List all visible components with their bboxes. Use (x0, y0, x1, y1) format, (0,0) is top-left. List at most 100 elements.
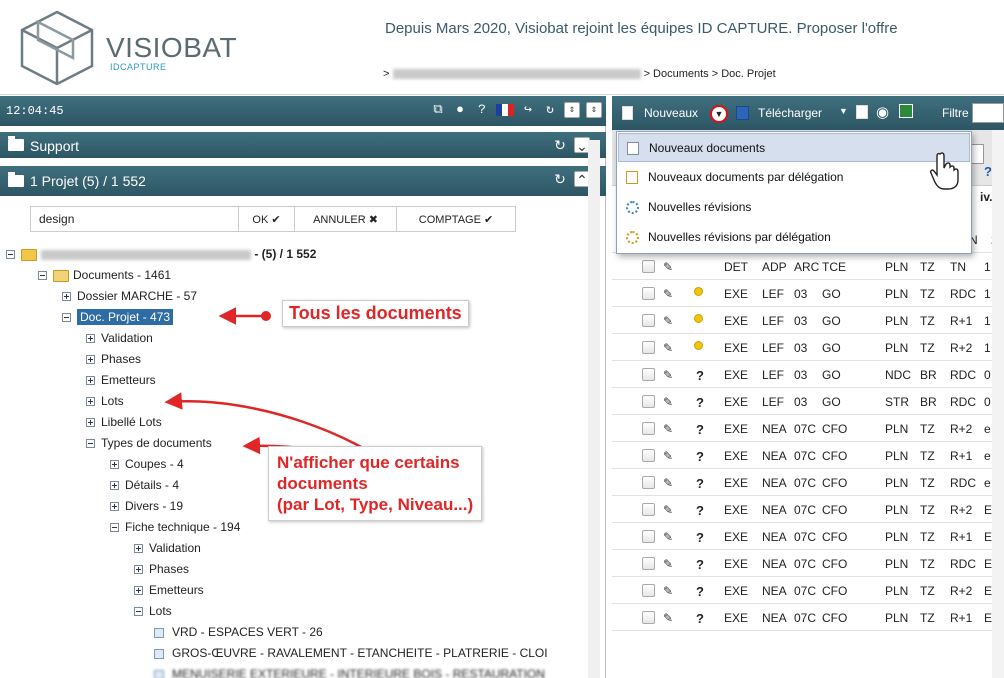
help-icon[interactable]: ? (474, 102, 490, 118)
edit-pen-icon[interactable]: ✎ (663, 395, 673, 409)
visiobat-logo[interactable]: VISIOBAT IDCAPTURE (14, 8, 274, 88)
collapse-icon[interactable] (6, 250, 15, 260)
tree-fiche-technique[interactable]: Fiche technique - 194 (110, 517, 240, 538)
menu-item-new-revisions[interactable]: Nouvelles révisions (618, 193, 970, 222)
left-scrollbar[interactable] (588, 140, 600, 678)
new-doc-icon[interactable] (622, 105, 633, 120)
edit-pen-icon[interactable]: ✎ (663, 530, 673, 544)
download-button-label[interactable]: Télécharger (758, 106, 822, 120)
breadcrumb-path[interactable]: > Documents > Doc. Projet (644, 68, 776, 80)
project-bar[interactable]: 1 Projet (5) / 1 552 ↻ ⌃ (0, 166, 606, 196)
expand-icon[interactable] (110, 481, 119, 491)
ok-button[interactable]: OK ✔ (238, 207, 294, 231)
row-checkbox[interactable] (642, 395, 655, 408)
tree-coupes[interactable]: Coupes - 4 (110, 454, 184, 475)
tree-divers[interactable]: Divers - 19 (110, 496, 183, 517)
edit-pen-icon[interactable]: ✎ (663, 341, 673, 355)
edit-pen-icon[interactable]: ✎ (663, 503, 673, 517)
menu-item-new-revisions-delegation[interactable]: Nouvelles révisions par délégation (618, 223, 970, 252)
edit-pen-icon[interactable]: ✎ (663, 584, 673, 598)
edit-pen-icon[interactable]: ✎ (663, 287, 673, 301)
table-row[interactable]: ✎? EXE NEA 07C CFO PLN TZ R+1 E (612, 523, 1004, 550)
tree-sub-lots[interactable]: Lots (134, 601, 172, 622)
table-row[interactable]: ✎? EXE LEF 03 GO STR BR RDC 0 (612, 388, 1004, 415)
table-row[interactable]: ✎? EXE NEA 07C CFO PLN TZ R+1 e (612, 442, 1004, 469)
table-row[interactable]: ✎? EXE LEF 03 GO NDC BR RDC 0 (612, 361, 1004, 388)
row-checkbox[interactable] (642, 476, 655, 489)
tree-lot-gros-oeuvre[interactable]: GROS-ŒUVRE - RAVALEMENT - ETANCHEITE - P… (154, 643, 548, 664)
tree-lot-menuiserie[interactable]: MENUISERIE EXTERIEURE - INTERIEURE BOIS … (154, 664, 545, 678)
table-row[interactable]: ✎? EXE NEA 07C CFO PLN TZ R+2 E (612, 496, 1004, 523)
collapse-icon[interactable] (110, 523, 119, 533)
table-row[interactable]: ✎ EXE LEF 03 GO PLN TZ RDC 1 (612, 280, 1004, 307)
edit-pen-icon[interactable]: ✎ (663, 260, 673, 274)
menu-item-new-documents[interactable]: Nouveaux documents (618, 133, 970, 162)
download-chevron-down-icon[interactable]: ▼ (839, 106, 848, 116)
new-button-label[interactable]: Nouveaux (644, 106, 698, 120)
edit-pen-icon[interactable]: ✎ (663, 314, 673, 328)
edit-pen-icon[interactable]: ✎ (663, 449, 673, 463)
table-row[interactable]: ✎ EXE LEF 03 GO PLN TZ R+1 1 (612, 307, 1004, 334)
tree-details[interactable]: Détails - 4 (110, 475, 179, 496)
expand-all-icon[interactable]: ⇕ (586, 102, 602, 118)
expand-icon[interactable] (134, 565, 143, 575)
tree-lot-vrd[interactable]: VRD - ESPACES VERT - 26 (154, 622, 323, 643)
column-niv-header[interactable]: iv. (980, 190, 992, 204)
table-row[interactable]: ✎? EXE NEA 07C CFO PLN TZ R+2 e (612, 415, 1004, 442)
copy-icon[interactable] (856, 104, 868, 119)
row-checkbox[interactable] (642, 314, 655, 327)
tree-doc-projet[interactable]: Doc. Projet - 473 (62, 307, 174, 328)
eye-icon[interactable]: ◉ (876, 103, 889, 121)
tree-types-documents[interactable]: Types de documents (86, 433, 212, 454)
expand-icon[interactable] (110, 460, 119, 470)
edit-pen-icon[interactable]: ✎ (663, 611, 673, 625)
expand-icon[interactable] (110, 502, 119, 512)
tree-lots[interactable]: Lots (86, 391, 124, 412)
expand-icon[interactable] (86, 418, 95, 428)
tree-validation[interactable]: Validation (86, 328, 153, 349)
french-flag-icon[interactable] (496, 104, 514, 116)
edit-pen-icon[interactable]: ✎ (663, 368, 673, 382)
search-input[interactable] (31, 207, 238, 231)
collapse-icon[interactable] (38, 271, 47, 281)
row-checkbox[interactable] (642, 368, 655, 381)
project-refresh-icon[interactable]: ↻ (552, 171, 568, 187)
table-row[interactable]: ✎? EXE NEA 07C CFO PLN TZ R+1 E (612, 604, 1004, 631)
table-row[interactable]: ✎? EXE NEA 07C CFO PLN TZ RDC e (612, 469, 1004, 496)
collapse-icon[interactable] (86, 439, 95, 449)
screen-icon[interactable]: ⧉ (430, 102, 446, 118)
expand-icon[interactable] (86, 334, 95, 344)
expand-icon[interactable] (86, 355, 95, 365)
table-row[interactable]: ✎? EXE NEA 07C CFO PLN TZ R+2 E (612, 577, 1004, 604)
support-refresh-icon[interactable]: ↻ (552, 137, 568, 153)
collapse-icon[interactable] (62, 313, 71, 323)
expand-icon[interactable] (134, 544, 143, 554)
collapse-all-icon[interactable]: ⇕ (564, 102, 580, 118)
user-icon[interactable]: ● (452, 102, 468, 118)
new-dropdown-button[interactable]: ▼ (710, 105, 728, 123)
tree-libelle-lots[interactable]: Libellé Lots (86, 412, 162, 433)
edit-pen-icon[interactable]: ✎ (663, 557, 673, 571)
help-icon[interactable]: ? (984, 164, 992, 179)
expand-icon[interactable] (86, 376, 95, 386)
tree-sub-phases[interactable]: Phases (134, 559, 189, 580)
expand-icon[interactable] (86, 397, 95, 407)
row-checkbox[interactable] (642, 287, 655, 300)
tree-root[interactable]: - (5) / 1 552 (6, 244, 316, 265)
row-checkbox[interactable] (642, 503, 655, 516)
row-checkbox[interactable] (642, 584, 655, 597)
cancel-button[interactable]: ANNULER ✖ (294, 207, 396, 231)
expand-icon[interactable] (134, 586, 143, 596)
tree-phases[interactable]: Phases (86, 349, 141, 370)
excel-icon[interactable] (899, 104, 913, 118)
tree-emetteurs[interactable]: Emetteurs (86, 370, 156, 391)
menu-item-new-documents-delegation[interactable]: Nouveaux documents par délégation (618, 163, 970, 192)
refresh-icon[interactable]: ↻ (542, 102, 558, 118)
row-checkbox[interactable] (642, 260, 655, 273)
support-bar[interactable]: Support ↻ ⌄ (0, 132, 606, 158)
table-row[interactable]: ✎ DET ADP ARC TCE PLN TZ TN 1 (612, 253, 1004, 280)
edit-pen-icon[interactable]: ✎ (663, 476, 673, 490)
tree-sub-emetteurs[interactable]: Emetteurs (134, 580, 204, 601)
table-row[interactable]: ✎? EXE NEA 07C CFO PLN TZ RDC E (612, 550, 1004, 577)
row-checkbox[interactable] (642, 530, 655, 543)
